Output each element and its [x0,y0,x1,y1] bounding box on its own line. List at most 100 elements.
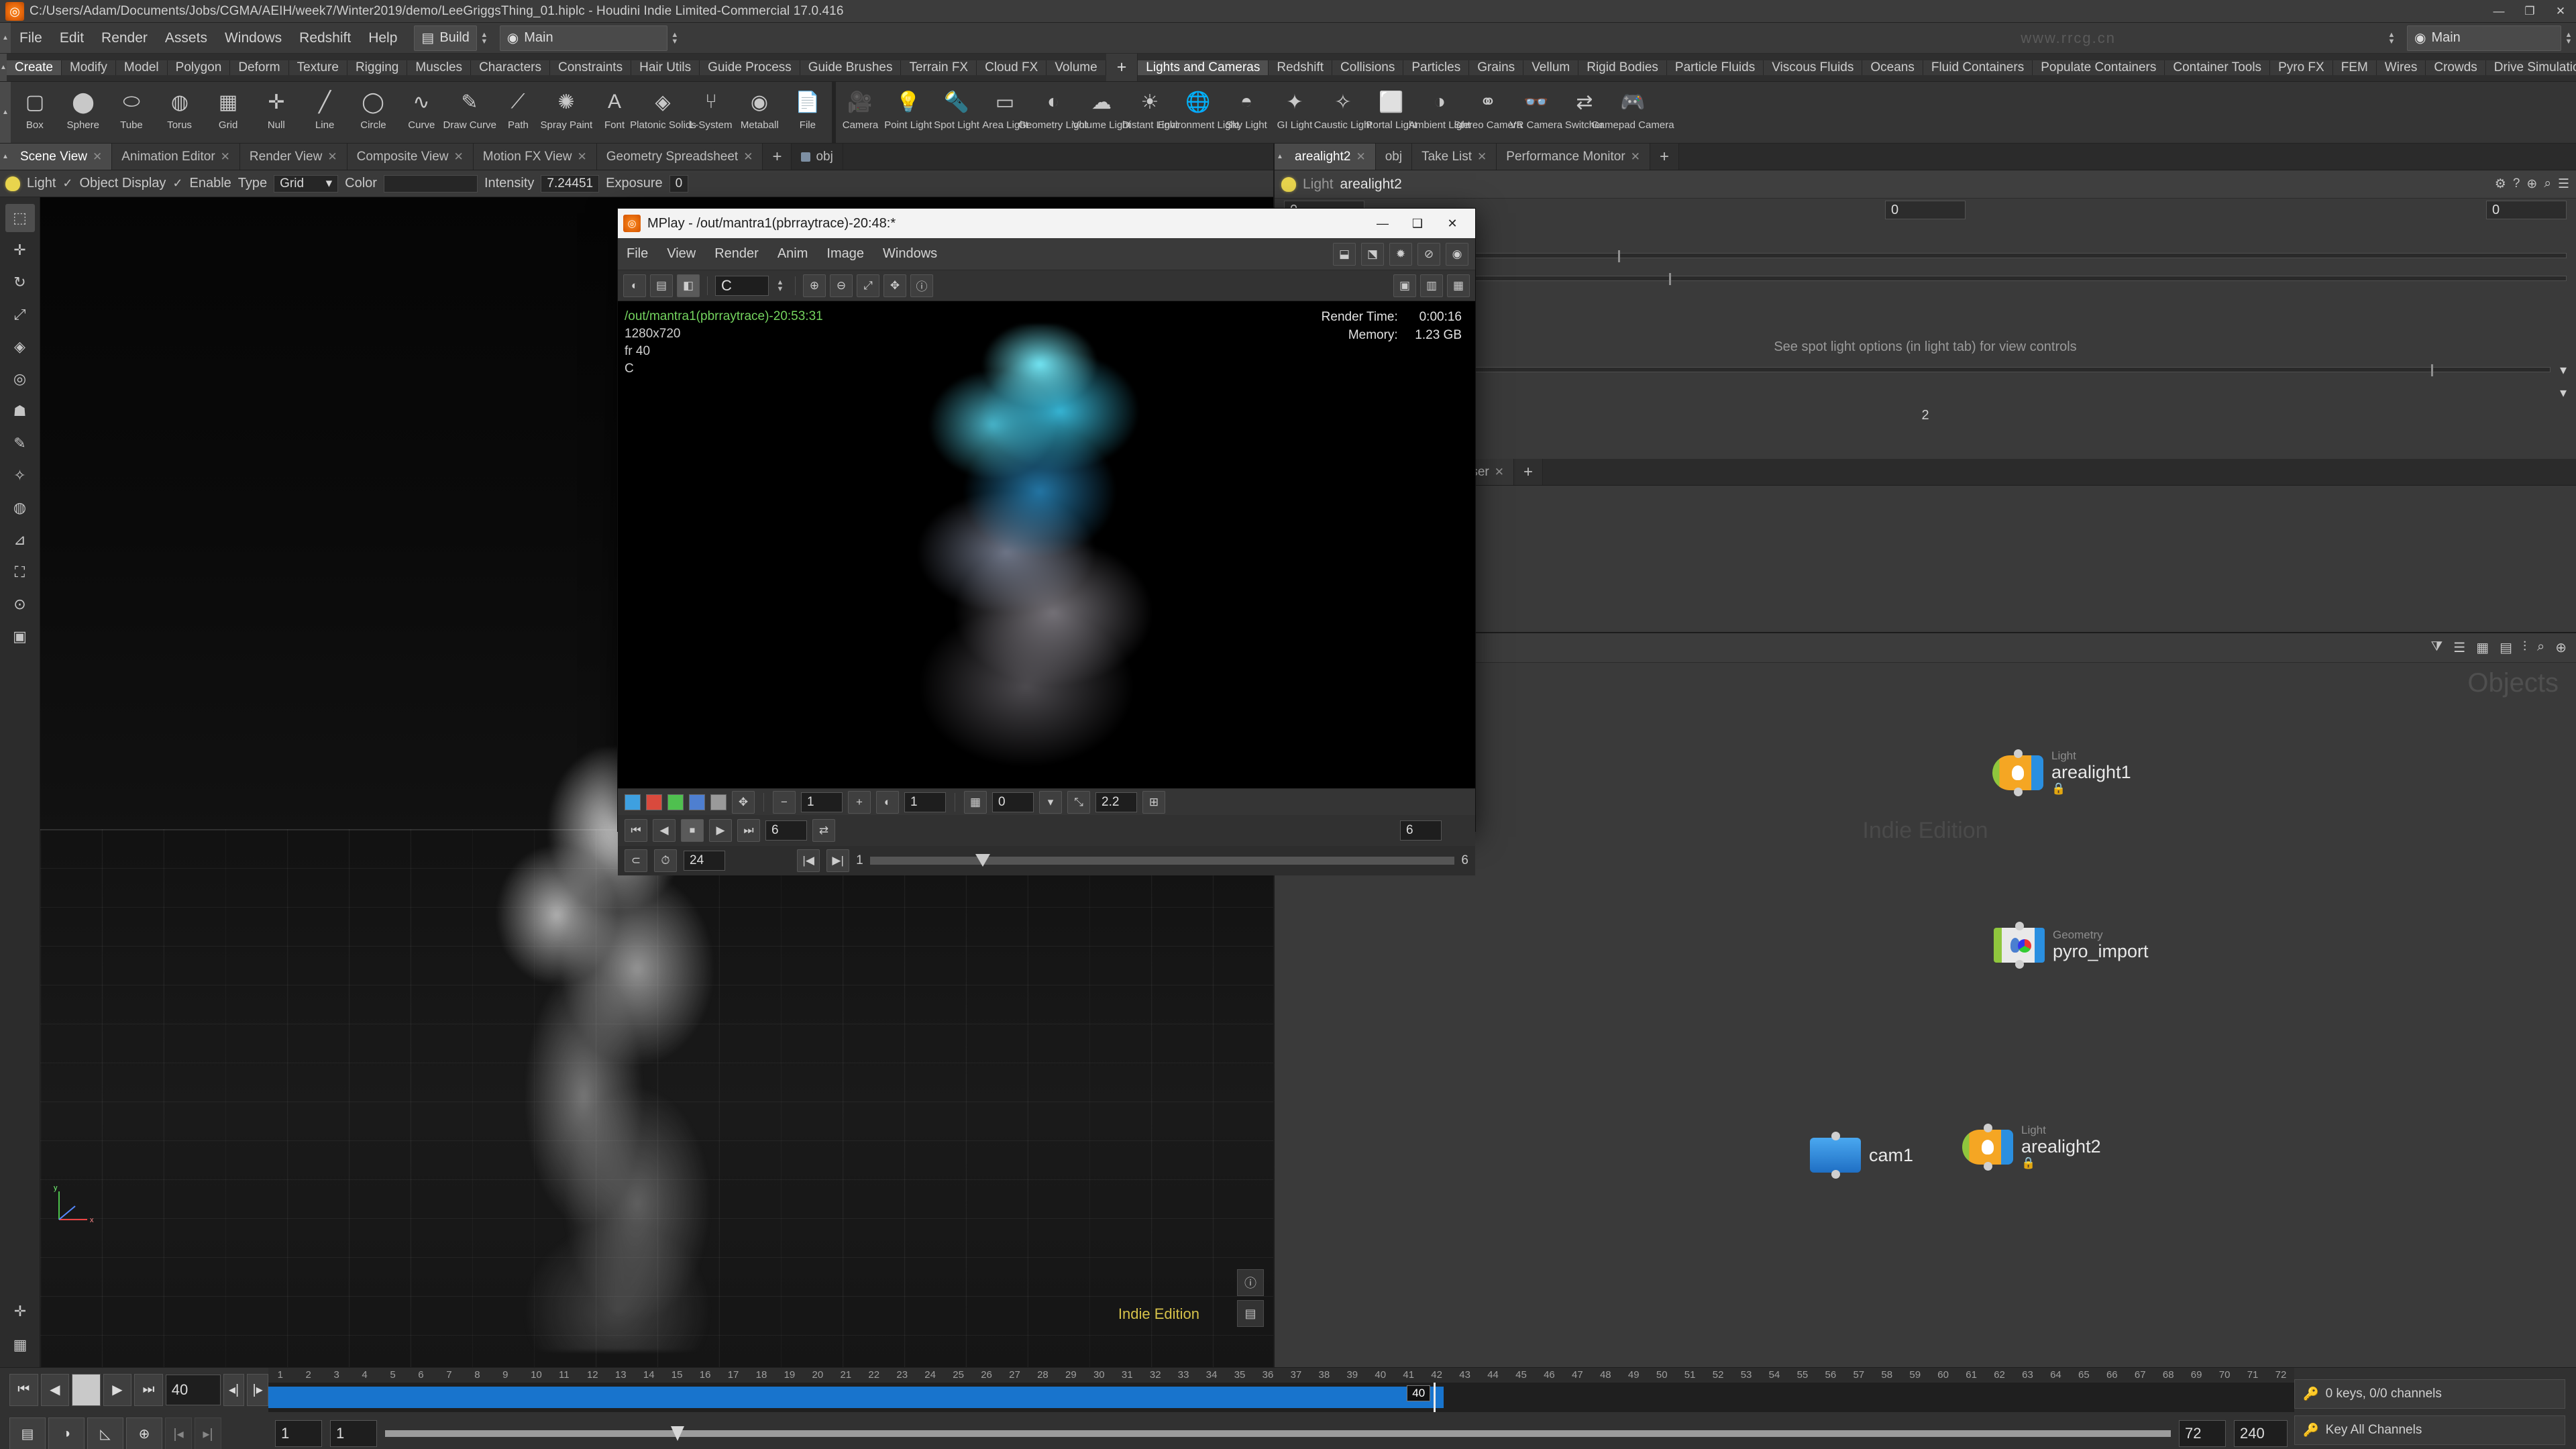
shelf-tab-rigid-bodies[interactable]: Rigid Bodies [1578,60,1667,75]
viewport-display-options-icon[interactable]: ▤ [1237,1300,1264,1327]
mplay-loop-icon[interactable]: ⇄ [812,819,835,842]
network-node-pyro_import[interactable]: Geometry pyro_import [1994,922,2149,969]
shelf-tab-particles[interactable]: Particles [1403,60,1470,75]
right-desktop-next-spinner[interactable]: ▲ ▼ [2561,25,2576,51]
shelf-tab-redshift[interactable]: Redshift [1269,60,1333,75]
mplay-range-start-icon[interactable]: |◀ [797,849,820,872]
shelf-tool-vr-camera[interactable]: 👓 VR Camera [1510,82,1563,143]
rotate-tool-icon[interactable]: ↻ [5,268,35,297]
mplay-crop-icon[interactable]: ⬓ [1333,242,1356,266]
mplay-menu-windows[interactable]: Windows [874,238,946,270]
mplay-scale-icon[interactable]: ⤡ [1067,790,1090,814]
intensity-field[interactable]: 7.24451 [541,174,600,193]
shelf-tab-hair-utils[interactable]: Hair Utils [631,60,700,75]
mplay-menu-file[interactable]: File [618,238,657,270]
mplay-lut-icon[interactable]: ✥ [732,790,755,814]
mplay-scrub-bar[interactable] [869,854,1455,867]
menu-file[interactable]: File [11,23,51,54]
snapshot-tool-icon[interactable]: ⛶ [5,558,35,586]
param-number-3[interactable]: 0 [2486,201,2567,219]
close-icon[interactable]: ✕ [327,150,337,164]
view-tool-icon[interactable]: ◎ [5,365,35,393]
pane-tab-performance-monitor[interactable]: Performance Monitor ✕ [1497,144,1650,170]
close-icon[interactable]: ✕ [1495,466,1504,479]
left-pane-gripper[interactable]: ▲ [0,144,11,170]
desktop-build-selector[interactable]: ▤ Build [414,25,477,51]
mplay-alpha-icon[interactable]: ◧ [677,274,700,297]
node-input-port[interactable] [1831,1132,1840,1140]
mplay-swatch-green[interactable] [667,794,684,810]
mplay-lut-field[interactable]: 0 [992,792,1034,812]
node-icon-wrapper[interactable] [1992,749,2043,796]
node-output-port[interactable] [2015,960,2024,969]
left-add-tab[interactable]: + [763,144,792,170]
mplay-image-viewer[interactable]: /out/mantra1(pbrraytrace)-20:53:31 1280x… [618,301,1475,788]
param-pin-icon[interactable]: ⊕ [2526,176,2537,192]
shelf-tool-switcher[interactable]: ⇄ Switcher [1560,82,1609,143]
param-number-2[interactable]: 0 [1885,201,1966,219]
shelf-tab-vellum[interactable]: Vellum [1523,60,1579,75]
mplay-menu-anim[interactable]: Anim [769,238,817,270]
menu-redshift[interactable]: Redshift [290,23,360,54]
timeline-range-knob[interactable] [670,1426,684,1442]
move-tool-icon[interactable]: ✛ [5,236,35,264]
node-input-port[interactable] [1984,1124,1992,1132]
shelf-tab-container-tools[interactable]: Container Tools [2165,60,2271,75]
node-output-port[interactable] [2014,788,2023,796]
timeline-realtime-icon[interactable]: ⊕ [126,1417,162,1449]
shelf-tool-file[interactable]: 📄 File [784,82,832,143]
right-add-tab[interactable]: + [1650,144,1679,170]
pane-tab-arealight2[interactable]: arealight2 ✕ [1285,144,1376,170]
shelf-tab-deform[interactable]: Deform [230,60,289,75]
select-tool-icon[interactable]: ⬚ [5,204,35,232]
mplay-menu-image[interactable]: Image [818,238,873,270]
node-output-port[interactable] [1984,1162,1992,1171]
mplay-window[interactable]: ◎ MPlay - /out/mantra1(pbrraytrace)-20:4… [617,208,1476,875]
shelf-tool-sphere[interactable]: ⬤ Sphere [59,82,107,143]
mplay-gamma-plus-icon[interactable]: + [848,790,871,814]
network-grid-icon[interactable]: ▦ [2476,639,2489,656]
maximize-button[interactable]: ❐ [2514,0,2545,23]
mplay-clock-icon[interactable]: ⏱ [654,849,677,872]
measure-tool-icon[interactable]: ⊿ [5,526,35,554]
node-output-port[interactable] [1831,1170,1840,1179]
handles-tool-icon[interactable]: ◈ [5,333,35,361]
minimize-button[interactable]: — [2483,0,2514,23]
mplay-stop-button[interactable]: ⏹ [681,819,704,842]
shelf-tool-tube[interactable]: ⬭ Tube [107,82,156,143]
network-list-icon[interactable]: ☰ [2453,639,2465,656]
node-input-port[interactable] [2015,922,2024,930]
shelf-tool-portal-light[interactable]: ⬜ Portal Light [1366,82,1417,143]
close-icon[interactable]: ✕ [1477,150,1487,164]
shelf-tab-terrain-fx[interactable]: Terrain FX [901,60,977,75]
shelf-tool-ambient-light[interactable]: ◑ Ambient Light [1409,82,1470,143]
menubar-gripper[interactable]: ▲ [0,23,11,53]
shelf-tab-constraints[interactable]: Constraints [549,60,632,75]
mplay-layout-single-icon[interactable]: ▣ [1393,274,1416,297]
mplay-pixel-grid-icon[interactable]: ⊞ [1142,790,1165,814]
close-icon[interactable]: ✕ [577,150,586,164]
timeline-range-end-icon[interactable]: ▸| [195,1417,221,1449]
timeline-ruler[interactable]: 1 2 3 4 5 6 7 8 9 10 11 12 13 14 15 16 17 18 19 20 21 22 23 24 2… [268,1368,2294,1383]
viewport-info-icon[interactable]: ⓘ [1237,1269,1264,1296]
menu-help[interactable]: Help [360,23,406,54]
mplay-zoom-in-icon[interactable]: ⊕ [803,274,826,297]
pane-tab-take-list[interactable]: Take List ✕ [1412,144,1497,170]
close-icon[interactable]: ✕ [1631,150,1640,164]
timeline-goto-start-button[interactable]: ⏮ [9,1373,38,1406]
mplay-gamma-field[interactable]: 1 [801,792,843,812]
mplay-cache-icon[interactable]: ⊂ [625,849,647,872]
pane-tab-motion-fx-view[interactable]: Motion FX View ✕ [473,144,597,170]
right-sub-add-tab[interactable]: + [1514,459,1544,485]
mplay-scrub-knob[interactable] [975,854,990,867]
mplay-goto-start-icon[interactable]: ⏮ [625,819,647,842]
shelf-tab-guide-brushes[interactable]: Guide Brushes [800,60,902,75]
mplay-region-icon[interactable]: ⬔ [1361,242,1384,266]
mplay-menu-render[interactable]: Render [706,238,767,270]
mplay-channel-list-icon[interactable]: ▤ [650,274,673,297]
mplay-contrast-icon[interactable]: ◐ [876,790,899,814]
exposure-field[interactable]: 0 [669,174,689,193]
mplay-swatch-blue[interactable] [625,794,641,810]
mplay-colorspace-spinner[interactable]: ▲ ▼ [773,273,788,299]
timeline-audio-icon[interactable]: ◑ [48,1417,85,1449]
